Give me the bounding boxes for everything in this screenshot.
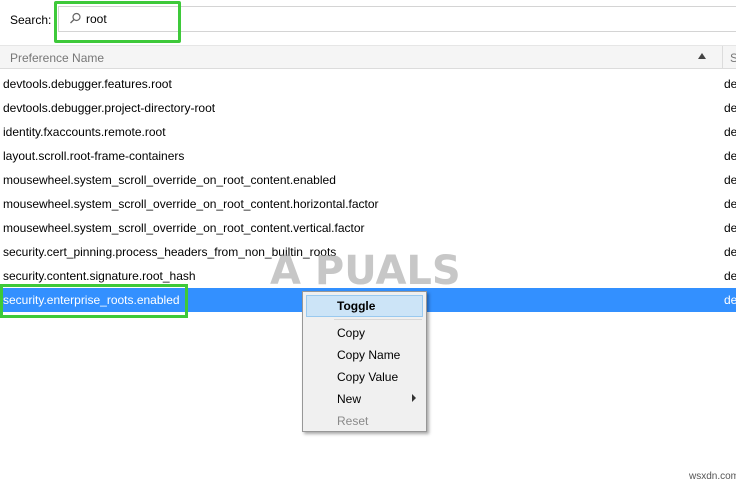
menu-item-copy-name[interactable]: Copy Name bbox=[306, 344, 423, 366]
column-header-status[interactable]: S bbox=[730, 51, 736, 65]
preference-name: mousewheel.system_scroll_override_on_roo… bbox=[3, 173, 336, 187]
menu-separator bbox=[334, 319, 422, 320]
preference-status: de bbox=[724, 197, 736, 211]
column-divider[interactable] bbox=[722, 46, 723, 69]
menu-item-label: Copy bbox=[337, 326, 366, 340]
preference-name: security.content.signature.root_hash bbox=[3, 269, 196, 283]
preference-name: devtools.debugger.features.root bbox=[3, 77, 172, 91]
preferences-list: devtools.debugger.features.root de devtoo… bbox=[0, 72, 736, 312]
menu-item-copy[interactable]: Copy bbox=[306, 322, 423, 344]
preference-status: de bbox=[724, 245, 736, 259]
context-menu: Toggle Copy Copy Name Copy Value New Res… bbox=[302, 291, 427, 432]
table-row[interactable]: mousewheel.system_scroll_override_on_roo… bbox=[0, 168, 736, 192]
selected-row-highlight-box bbox=[0, 284, 188, 318]
table-header: Preference Name S bbox=[0, 45, 736, 69]
preference-name: mousewheel.system_scroll_override_on_roo… bbox=[3, 197, 379, 211]
site-watermark: wsxdn.com bbox=[689, 471, 736, 482]
menu-item-reset: Reset bbox=[306, 410, 423, 432]
preference-status: de bbox=[724, 101, 736, 115]
table-row[interactable]: security.cert_pinning.process_headers_fr… bbox=[0, 240, 736, 264]
preference-status: de bbox=[724, 293, 736, 307]
preference-status: de bbox=[724, 125, 736, 139]
search-highlight-box bbox=[54, 1, 181, 43]
menu-item-copy-value[interactable]: Copy Value bbox=[306, 366, 423, 388]
search-bar: Search: root bbox=[0, 0, 736, 44]
preference-status: de bbox=[724, 221, 736, 235]
table-row[interactable]: layout.scroll.root-frame-containers de bbox=[0, 144, 736, 168]
search-label: Search: bbox=[10, 13, 52, 27]
table-row[interactable]: identity.fxaccounts.remote.root de bbox=[0, 120, 736, 144]
menu-item-new[interactable]: New bbox=[306, 388, 423, 410]
preference-status: de bbox=[724, 269, 736, 283]
table-row[interactable]: devtools.debugger.features.root de bbox=[0, 72, 736, 96]
menu-item-label: Reset bbox=[337, 414, 369, 428]
menu-item-label: Copy Name bbox=[337, 348, 401, 362]
menu-item-toggle[interactable]: Toggle bbox=[306, 295, 423, 317]
table-row[interactable]: mousewheel.system_scroll_override_on_roo… bbox=[0, 216, 736, 240]
submenu-arrow-icon bbox=[412, 394, 416, 402]
preference-name: identity.fxaccounts.remote.root bbox=[3, 125, 166, 139]
preference-name: mousewheel.system_scroll_override_on_roo… bbox=[3, 221, 365, 235]
preference-status: de bbox=[724, 149, 736, 163]
preference-status: de bbox=[724, 173, 736, 187]
preference-name: devtools.debugger.project-directory-root bbox=[3, 101, 216, 115]
preference-name: security.cert_pinning.process_headers_fr… bbox=[3, 245, 337, 259]
sort-ascending-icon bbox=[698, 53, 706, 59]
table-row[interactable]: mousewheel.system_scroll_override_on_roo… bbox=[0, 192, 736, 216]
menu-item-label: Copy Value bbox=[337, 370, 399, 384]
preference-status: de bbox=[724, 77, 736, 91]
menu-item-label: New bbox=[337, 392, 362, 406]
preference-name: layout.scroll.root-frame-containers bbox=[3, 149, 185, 163]
menu-item-label: Toggle bbox=[337, 299, 376, 313]
column-header-preference-name[interactable]: Preference Name bbox=[10, 51, 104, 65]
table-row[interactable]: devtools.debugger.project-directory-root… bbox=[0, 96, 736, 120]
